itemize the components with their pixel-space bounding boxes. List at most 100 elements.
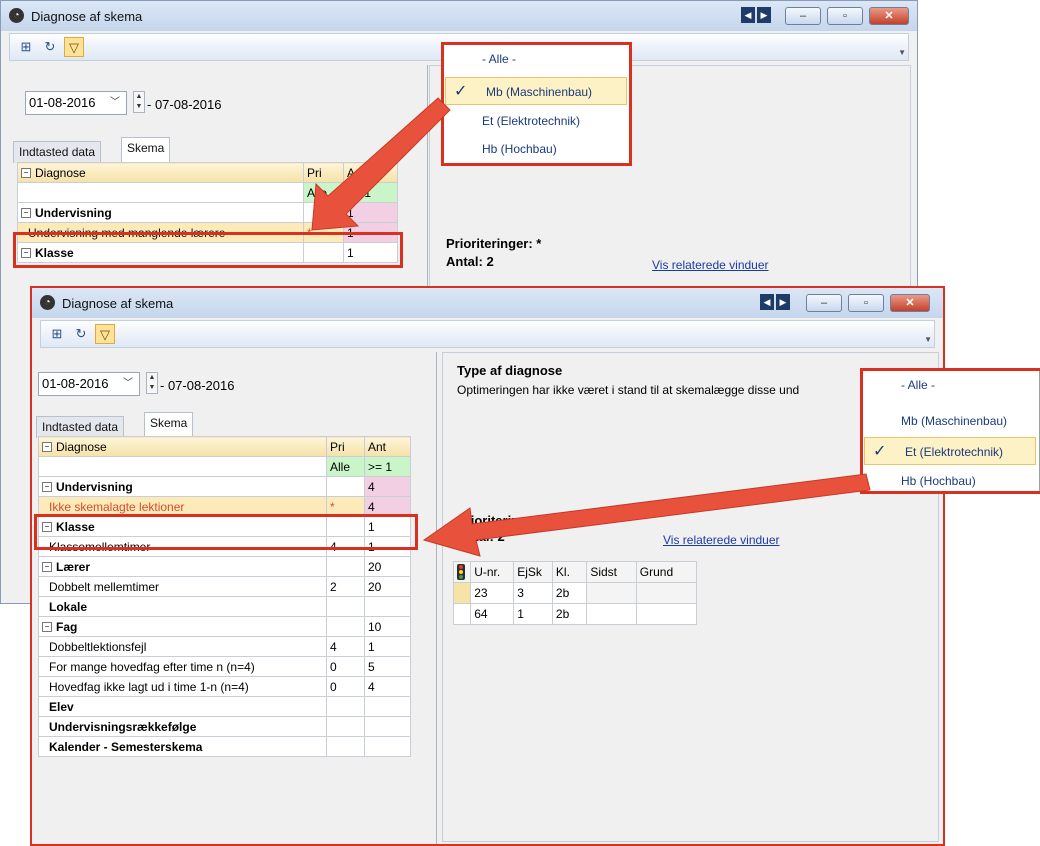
cell-unr: 64 (470, 603, 515, 625)
prev-arrow-icon[interactable]: ◀ (741, 7, 755, 23)
row-pri (326, 696, 365, 717)
diagnose-type-title: Type af diagnose (457, 363, 563, 378)
table-row[interactable]: Lokale (38, 596, 411, 617)
front-tab-skema[interactable]: Skema (144, 412, 194, 438)
result-header-unr[interactable]: U-nr. (470, 561, 515, 583)
back-grid-header: − Diagnose Pri A.. (17, 162, 398, 183)
back-maximize-button[interactable]: ▫ (827, 7, 863, 25)
back-prioriteringer-label: Prioriteringer: * (446, 236, 542, 251)
row-pri: 2 (326, 576, 365, 597)
back-related-windows-link[interactable]: Vis relaterede vinduer (652, 258, 769, 272)
back-antal-label: Antal: 2 (446, 254, 494, 269)
row-ant: 4 (364, 476, 411, 497)
back-header-ant[interactable]: A.. (343, 162, 398, 183)
row-pri (326, 716, 365, 737)
front-filter-ant[interactable]: >= 1 (364, 456, 411, 477)
front-related-windows-link[interactable]: Vis relaterede vinduer (663, 533, 780, 547)
back-header-pri[interactable]: Pri (303, 162, 344, 183)
expand-icon[interactable]: ⊞ (16, 37, 36, 57)
next-arrow-icon[interactable]: ▶ (776, 294, 790, 310)
collapse-icon[interactable]: − (21, 208, 31, 219)
row-selector[interactable] (452, 603, 472, 625)
back-header-diagnose[interactable]: − Diagnose (17, 162, 304, 183)
row-ant: 20 (364, 576, 411, 597)
result-header-grund[interactable]: Grund (635, 561, 698, 583)
back-date-from-field[interactable]: 01-08-2016 ﹀ (25, 91, 127, 115)
table-row[interactable]: Kalender - Semesterskema (38, 736, 411, 757)
row-name: Fag (56, 619, 78, 634)
table-row[interactable]: − Lærer 20 (38, 556, 411, 577)
back-filter-pri[interactable]: Alle (303, 182, 344, 203)
front-minimize-button[interactable]: – (806, 294, 842, 312)
front-date-spinner[interactable]: ▲ ▼ (146, 372, 158, 394)
filter-icon[interactable]: ▽ (64, 37, 84, 57)
cell-kl: 2b (551, 603, 588, 625)
expand-icon[interactable]: ⊞ (47, 324, 67, 344)
row-name: For mange hovedfag efter time n (n=4) (38, 656, 327, 677)
toolbar-grip-icon[interactable]: ▼ (924, 335, 932, 344)
row-ant: 4 (364, 676, 411, 697)
collapse-icon[interactable]: − (42, 482, 52, 493)
back-tab-skema[interactable]: Skema (121, 137, 171, 163)
collapse-icon[interactable]: − (42, 622, 52, 633)
prev-arrow-icon[interactable]: ◀ (760, 294, 774, 310)
chevron-down-icon[interactable]: ﹀ (106, 92, 124, 114)
cell-kl: 2b (551, 582, 588, 604)
back-close-button[interactable]: ✕ (869, 7, 909, 25)
collapse-icon[interactable]: − (42, 562, 52, 573)
table-row[interactable]: Dobbeltlektionsfejl 4 1 (38, 636, 411, 657)
result-header-kl[interactable]: Kl. (551, 561, 588, 583)
back-tab-indtasted[interactable]: Indtasted data (13, 141, 102, 163)
front-nav-arrows[interactable]: ◀ ▶ (760, 294, 792, 310)
front-filter-pri[interactable]: Alle (326, 456, 365, 477)
refresh-icon[interactable]: ↻ (40, 37, 60, 57)
result-header-sidst[interactable]: Sidst (586, 561, 637, 583)
table-row[interactable]: Hovedfag ikke lagt ud i time 1-n (n=4) 0… (38, 676, 411, 697)
back-date-to-value: 07-08-2016 (154, 97, 222, 112)
front-toolbar: ⊞ ↻ ▽ ▼ (40, 320, 935, 348)
collapse-icon[interactable]: − (21, 168, 31, 179)
back-title-bar[interactable]: ◔ Diagnose af skema ◀ ▶ – ▫ ✕ (1, 1, 917, 31)
toolbar-grip-icon[interactable]: ▼ (898, 48, 906, 57)
refresh-icon[interactable]: ↻ (71, 324, 91, 344)
table-row[interactable]: − Undervisning 4 (38, 476, 411, 497)
collapse-icon[interactable]: − (42, 442, 52, 453)
clock-icon: ◔ (9, 8, 24, 23)
table-row[interactable]: − Undervisning 1 (17, 202, 398, 223)
back-filter-ant[interactable]: >= 1 (343, 182, 398, 203)
table-row[interactable]: 23 3 2b (452, 582, 698, 604)
front-header-pri[interactable]: Pri (326, 436, 365, 457)
front-maximize-button[interactable]: ▫ (848, 294, 884, 312)
front-title-bar[interactable]: ◔ Diagnose af skema ◀ ▶ – ▫ ✕ (32, 288, 943, 318)
table-row[interactable]: 64 1 2b (452, 603, 698, 625)
front-date-from-field[interactable]: 01-08-2016 ﹀ (38, 372, 140, 396)
back-date-spinner[interactable]: ▲ ▼ (133, 91, 145, 113)
table-row[interactable]: For mange hovedfag efter time n (n=4) 0 … (38, 656, 411, 677)
front-header-ant[interactable]: Ant (364, 436, 411, 457)
row-pri (326, 556, 365, 577)
table-row[interactable]: − Fag 10 (38, 616, 411, 637)
back-nav-arrows[interactable]: ◀ ▶ (741, 7, 773, 23)
filter-icon[interactable]: ▽ (95, 324, 115, 344)
next-arrow-icon[interactable]: ▶ (757, 7, 771, 23)
cell-ejsk: 3 (513, 582, 553, 604)
table-row[interactable]: Undervisningsrækkefølge (38, 716, 411, 737)
cell-sidst (586, 582, 637, 604)
back-filter-row: Alle >= 1 (17, 182, 398, 203)
front-header-diagnose[interactable]: − Diagnose (38, 436, 327, 457)
row-ant (364, 736, 411, 757)
result-grid: U-nr. EjSk Kl. Sidst Grund 23 3 2b 64 1 … (452, 561, 698, 625)
front-antal-label: Antal: 2 (457, 529, 505, 544)
front-close-button[interactable]: ✕ (890, 294, 930, 312)
row-selector[interactable] (452, 582, 472, 604)
back-minimize-button[interactable]: – (785, 7, 821, 25)
chevron-down-icon[interactable]: ﹀ (119, 373, 137, 395)
cell-sidst (586, 603, 637, 625)
row-ant (364, 596, 411, 617)
front-tab-indtasted[interactable]: Indtasted data (36, 416, 125, 438)
row-ant: 1 (343, 202, 398, 223)
table-row[interactable]: Elev (38, 696, 411, 717)
back-window-title: Diagnose af skema (31, 9, 143, 24)
table-row[interactable]: Dobbelt mellemtimer 2 20 (38, 576, 411, 597)
result-header-ejsk[interactable]: EjSk (513, 561, 553, 583)
